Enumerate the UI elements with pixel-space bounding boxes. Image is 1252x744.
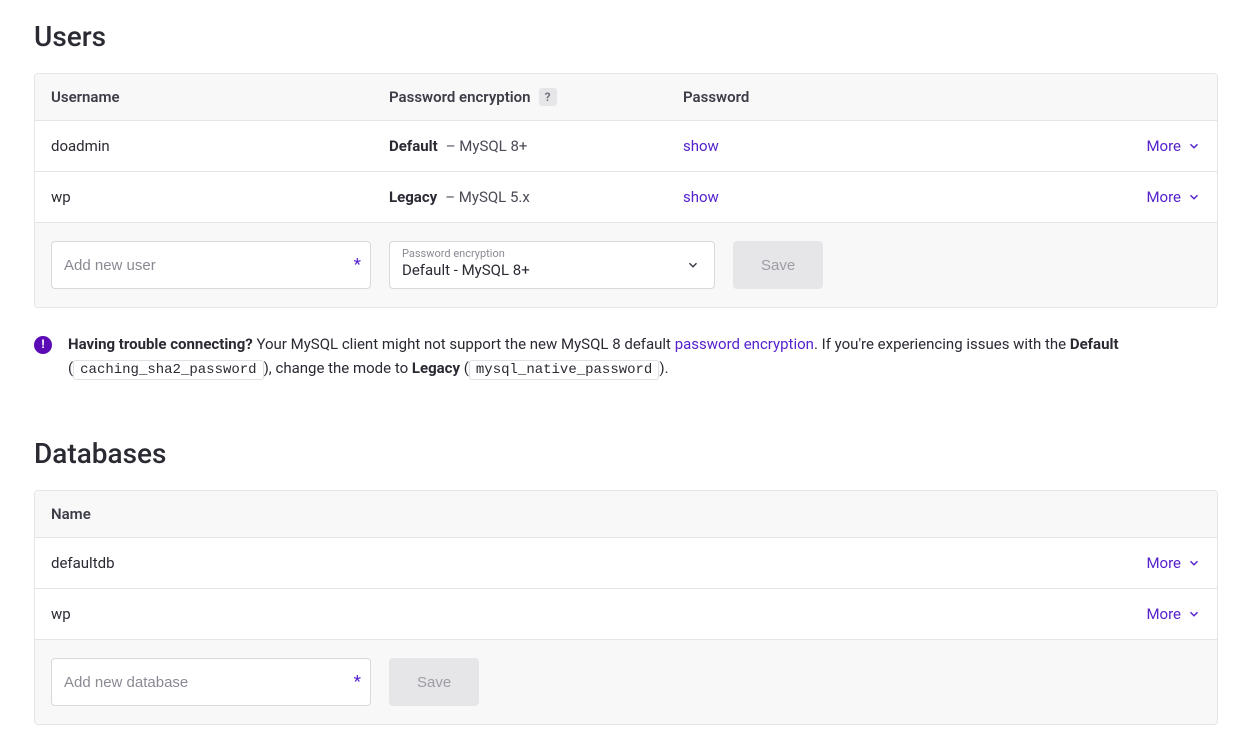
- databases-table-header: Name: [35, 491, 1217, 538]
- notice-lead: Having trouble connecting?: [68, 335, 253, 353]
- header-encryption: Password encryption ?: [389, 88, 683, 106]
- save-database-button[interactable]: Save: [389, 658, 479, 706]
- user-username: doadmin: [51, 137, 389, 155]
- notice-part1: Your MySQL client might not support the …: [253, 335, 675, 353]
- database-row: defaultdb More: [35, 538, 1217, 589]
- databases-add-row: * Save: [35, 640, 1217, 724]
- save-user-button[interactable]: Save: [733, 241, 823, 289]
- show-password-link[interactable]: show: [683, 188, 719, 206]
- code-native: mysql_native_password: [469, 360, 659, 380]
- notice-body: Having trouble connecting? Your MySQL cl…: [68, 332, 1218, 381]
- more-label: More: [1146, 188, 1181, 206]
- header-password: Password: [683, 88, 1201, 106]
- notice-part2: . If you're experiencing issues with the: [814, 335, 1070, 353]
- database-row: wp More: [35, 589, 1217, 640]
- notice-paren2: (: [460, 359, 469, 377]
- user-encryption: Legacy – MySQL 5.x: [389, 188, 683, 206]
- add-user-input[interactable]: [51, 241, 371, 289]
- databases-title: Databases: [34, 437, 1218, 470]
- chevron-down-icon: [1187, 139, 1201, 153]
- enc-mode: Legacy: [389, 188, 437, 206]
- notice-default: Default: [1070, 335, 1119, 353]
- required-mark: *: [354, 672, 361, 692]
- database-name: defaultdb: [51, 554, 1146, 572]
- chevron-down-icon: [1187, 190, 1201, 204]
- notice-legacy: Legacy: [412, 359, 460, 377]
- help-icon[interactable]: ?: [539, 88, 557, 106]
- database-more-menu[interactable]: More: [1146, 554, 1201, 572]
- encryption-select-label: Password encryption: [402, 248, 676, 259]
- more-label: More: [1146, 605, 1181, 623]
- users-add-row: * Password encryption Default - MySQL 8+…: [35, 223, 1217, 307]
- add-database-input[interactable]: [51, 658, 371, 706]
- enc-mode: Default: [389, 137, 438, 155]
- chevron-down-icon: [686, 258, 700, 272]
- user-row: wp Legacy – MySQL 5.x show More: [35, 172, 1217, 223]
- enc-version: – MySQL 5.x: [445, 188, 530, 206]
- user-encryption: Default – MySQL 8+: [389, 137, 683, 155]
- enc-version: – MySQL 8+: [446, 137, 528, 155]
- notice-close: ).: [659, 359, 668, 377]
- code-caching: caching_sha2_password: [73, 360, 263, 380]
- password-encryption-link[interactable]: password encryption: [675, 335, 814, 353]
- user-more-menu[interactable]: More: [1146, 137, 1201, 155]
- header-username: Username: [51, 88, 389, 106]
- show-password-link[interactable]: show: [683, 137, 719, 155]
- user-more-menu[interactable]: More: [1146, 188, 1201, 206]
- users-panel: Username Password encryption ? Password …: [34, 73, 1218, 308]
- user-row: doadmin Default – MySQL 8+ show More: [35, 121, 1217, 172]
- info-icon: !: [34, 336, 52, 354]
- chevron-down-icon: [1187, 556, 1201, 570]
- encryption-select[interactable]: Password encryption Default - MySQL 8+: [389, 241, 715, 289]
- notice-mid: ), change the mode to: [264, 359, 412, 377]
- more-label: More: [1146, 137, 1181, 155]
- more-label: More: [1146, 554, 1181, 572]
- database-more-menu[interactable]: More: [1146, 605, 1201, 623]
- required-mark: *: [354, 255, 361, 275]
- chevron-down-icon: [1187, 607, 1201, 621]
- user-username: wp: [51, 188, 389, 206]
- databases-panel: Name defaultdb More wp More * Save: [34, 490, 1218, 725]
- encryption-select-value: Default - MySQL 8+: [402, 259, 676, 282]
- header-encryption-label: Password encryption: [389, 88, 531, 106]
- header-name: Name: [51, 505, 1201, 523]
- users-title: Users: [34, 20, 1218, 53]
- database-name: wp: [51, 605, 1146, 623]
- users-table-header: Username Password encryption ? Password: [35, 74, 1217, 121]
- connection-notice: ! Having trouble connecting? Your MySQL …: [34, 332, 1218, 381]
